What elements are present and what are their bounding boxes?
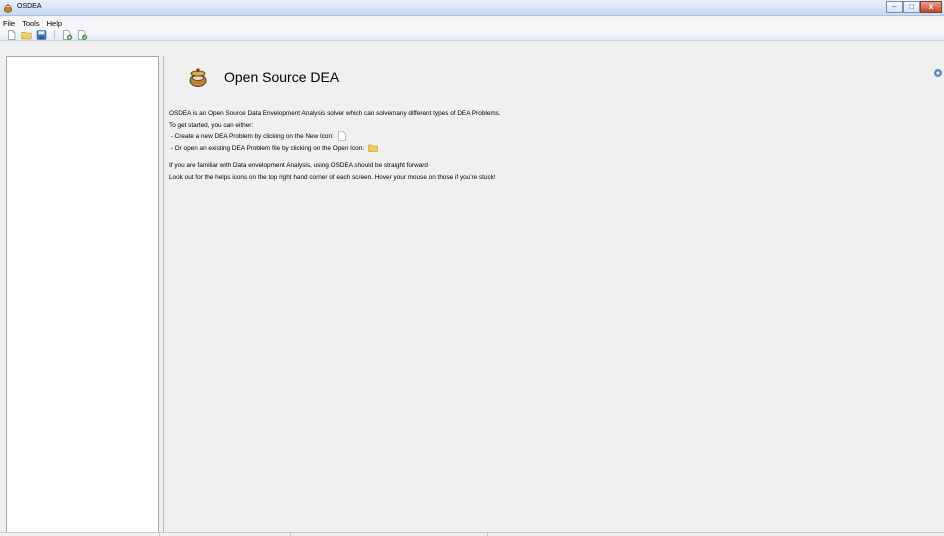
get-started-text: To get started, you can either: — [169, 121, 254, 129]
window-titlebar: OSDEA – □ x — [0, 0, 944, 16]
menu-tools[interactable]: Tools — [22, 19, 40, 28]
menu-help[interactable]: Help — [47, 19, 62, 28]
toolbar — [0, 29, 944, 41]
toolbar-separator — [54, 30, 55, 39]
window-controls: – □ x — [886, 1, 942, 13]
minimize-icon: – — [892, 2, 897, 11]
help-icon[interactable] — [934, 69, 942, 77]
status-bar — [0, 532, 944, 536]
intro-text: OSDEA is an Open Source Data Envelopment… — [169, 110, 501, 117]
close-icon: x — [928, 2, 934, 11]
new-file-icon — [337, 131, 346, 142]
helps-hint-text: Look out for the helps icons on the top … — [169, 173, 496, 181]
new-file-icon[interactable] — [6, 29, 17, 40]
option-open-line: - Or open an existing DEA Problem file b… — [169, 143, 929, 155]
page-title: Open Source DEA — [224, 69, 340, 85]
pot-icon — [189, 68, 207, 87]
save-icon[interactable] — [36, 29, 47, 40]
add-document-alt-icon[interactable] — [77, 29, 88, 40]
option-open-text: - Or open an existing DEA Problem file b… — [170, 144, 365, 152]
option-new-text: - Create a new DEA Problem by clicking o… — [170, 133, 334, 140]
pot-icon — [3, 4, 13, 13]
open-folder-icon — [368, 144, 378, 152]
menubar: File Tools Help — [0, 17, 944, 29]
problem-tree-panel[interactable] — [6, 56, 159, 533]
menu-file[interactable]: File — [3, 19, 15, 28]
add-document-icon[interactable] — [62, 29, 73, 40]
maximize-icon: □ — [909, 2, 914, 11]
window-title: OSDEA — [17, 3, 42, 10]
welcome-panel: Open Source DEA OSDEA is an Open Source … — [163, 56, 944, 533]
familiar-text: If you are familiar with Data envelopmen… — [169, 162, 428, 169]
option-new-line: - Create a new DEA Problem by clicking o… — [169, 131, 929, 143]
open-folder-icon[interactable] — [21, 30, 32, 40]
maximize-button[interactable]: □ — [903, 1, 920, 13]
close-button[interactable]: x — [920, 1, 942, 13]
welcome-text: OSDEA is an Open Source Data Envelopment… — [169, 108, 929, 183]
minimize-button[interactable]: – — [886, 1, 903, 13]
